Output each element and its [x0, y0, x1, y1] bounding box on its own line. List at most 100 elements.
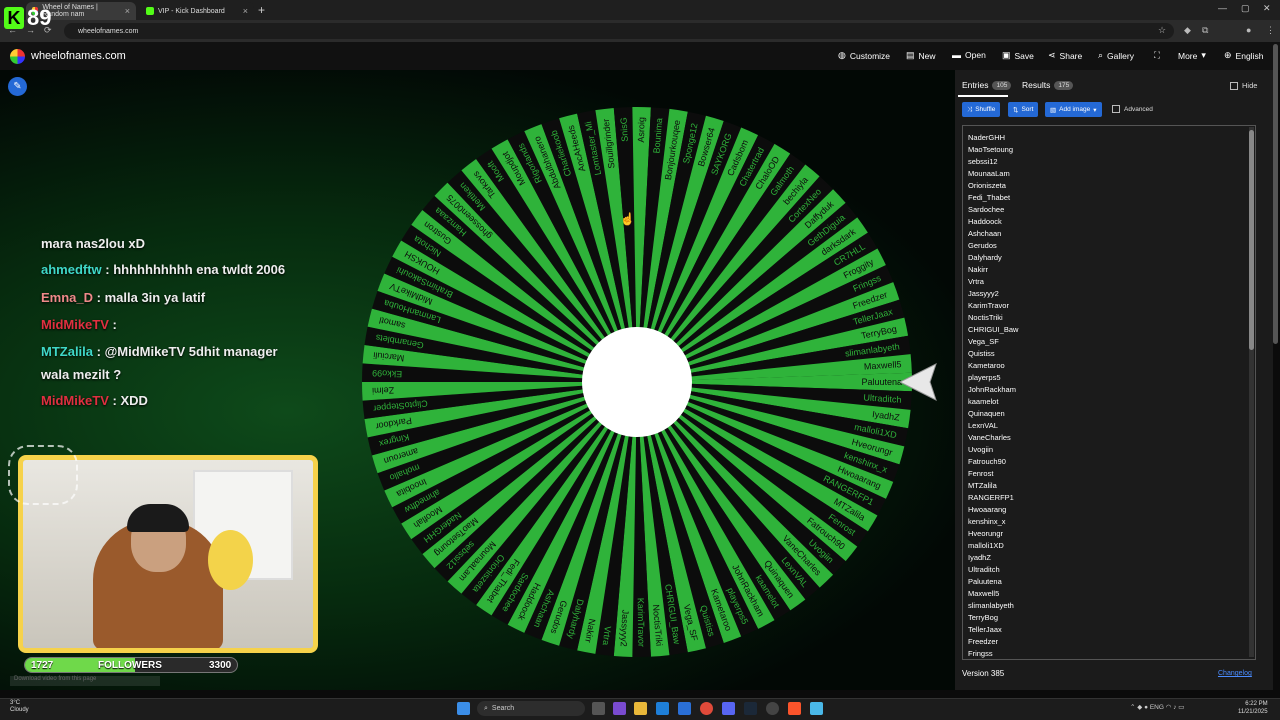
entry-line[interactable]: Vega_SF	[968, 336, 1018, 348]
entry-line[interactable]: MounaaLam	[968, 168, 1018, 180]
obs-icon[interactable]	[766, 702, 779, 715]
entry-line[interactable]: NaderGHH	[968, 132, 1018, 144]
maximize-icon[interactable]: ▢	[1241, 3, 1250, 14]
shuffle-button[interactable]: ⤨ Shuffle	[962, 102, 1001, 117]
entry-line[interactable]: Orioniszeta	[968, 180, 1018, 192]
language-indicator[interactable]: ENG	[1150, 704, 1164, 711]
entry-line[interactable]: Hveorungr	[968, 528, 1018, 540]
entry-line[interactable]: LexnVAL	[968, 420, 1018, 432]
entry-line[interactable]: Gerudos	[968, 240, 1018, 252]
minimize-icon[interactable]: —	[1218, 3, 1227, 13]
entry-line[interactable]: TerryBog	[968, 612, 1018, 624]
entry-line[interactable]: sebssi12	[968, 156, 1018, 168]
hide-toggle[interactable]: Hide	[1230, 81, 1257, 90]
entry-line[interactable]: Nakirr	[968, 264, 1018, 276]
advanced-checkbox[interactable]	[1112, 105, 1120, 113]
entry-line[interactable]: Uvogiin	[968, 444, 1018, 456]
entries-scroll-thumb[interactable]	[1249, 130, 1254, 350]
entry-line[interactable]: TellerJaax	[968, 624, 1018, 636]
close-tab-icon[interactable]: ×	[125, 6, 130, 16]
wifi-icon[interactable]: ◠ ♪ ▭	[1166, 704, 1185, 711]
file-explorer-icon[interactable]	[634, 702, 647, 715]
extension-icon[interactable]: ◆	[1184, 25, 1191, 36]
wheel[interactable]: Paluutena Ultraditch IyadhZ malloli1XD Hveor…	[360, 105, 914, 659]
entry-line[interactable]: Vrtra	[968, 276, 1018, 288]
entry-line[interactable]: Dalyhardy	[968, 252, 1018, 264]
profile-avatar-icon[interactable]: ●	[1246, 25, 1251, 35]
entry-line[interactable]: Quistiss	[968, 348, 1018, 360]
chrome-icon[interactable]	[700, 702, 713, 715]
nav-more[interactable]: More ▾	[1178, 50, 1206, 61]
steam-icon[interactable]	[744, 702, 757, 715]
brave-icon[interactable]	[788, 702, 801, 715]
entry-line[interactable]: Jassyyy2	[968, 288, 1018, 300]
tray-app-icon[interactable]: ◆ ●	[1137, 704, 1150, 711]
nav-open[interactable]: ▬ Open	[952, 50, 986, 60]
entry-line[interactable]: NoctisTriki	[968, 312, 1018, 324]
extensions-puzzle-icon[interactable]: ⧉	[1202, 25, 1208, 36]
page-scrollbar[interactable]	[1273, 44, 1278, 344]
nav-new[interactable]: ▤ New	[906, 50, 936, 61]
entry-line[interactable]: Fenrost	[968, 468, 1018, 480]
weather-widget[interactable]: 3°C Cloudy	[10, 700, 29, 714]
nav-save[interactable]: ▣ Save	[1002, 50, 1034, 61]
add-image-button[interactable]: ▧ Add image ▾	[1045, 102, 1102, 117]
system-tray[interactable]: ⌃ ◆ ● ENG ◠ ♪ ▭	[1130, 703, 1184, 711]
entry-line[interactable]: RANGERFP1	[968, 492, 1018, 504]
entry-line[interactable]: kenshinx_x	[968, 516, 1018, 528]
entry-line[interactable]: Fatrouch90	[968, 456, 1018, 468]
close-window-icon[interactable]: ✕	[1263, 3, 1271, 14]
entry-line[interactable]: Ultraditch	[968, 564, 1018, 576]
sort-button[interactable]: ⇅ Sort	[1008, 102, 1039, 117]
tab-results[interactable]: Results 175	[1022, 80, 1074, 90]
edge-icon[interactable]	[656, 702, 669, 715]
notepad-icon[interactable]	[810, 702, 823, 715]
entries-textarea[interactable]: NaderGHH MaoTsetoung sebssi12 MounaaLam Orio…	[962, 125, 1256, 660]
entry-line[interactable]: Hwoaarang	[968, 504, 1018, 516]
entry-line[interactable]: MaoTsetoung	[968, 144, 1018, 156]
entry-line[interactable]: Paluutena	[968, 576, 1018, 588]
entry-line[interactable]: Sardochee	[968, 204, 1018, 216]
nav-customize[interactable]: ◍ Customize	[838, 50, 890, 61]
app-icon[interactable]	[613, 702, 626, 715]
site-title[interactable]: wheelofnames.com	[31, 50, 126, 62]
wheel-center-spin-button[interactable]	[582, 327, 692, 437]
chat-username[interactable]: MidMikeTV	[41, 317, 109, 332]
entry-line[interactable]: CHRIGUI_Baw	[968, 324, 1018, 336]
nav-gallery[interactable]: ⌕ Gallery	[1098, 50, 1134, 61]
entry-line[interactable]: MTZalila	[968, 480, 1018, 492]
address-bar[interactable]: wheelofnames.com	[64, 23, 1174, 39]
entry-line[interactable]: VaneCharles	[968, 432, 1018, 444]
entry-line[interactable]: Freedzer	[968, 636, 1018, 648]
tab-entries[interactable]: Entries 105	[962, 80, 1012, 90]
entry-line[interactable]: JohnRackham	[968, 384, 1018, 396]
task-view-icon[interactable]	[592, 702, 605, 715]
chat-username[interactable]: MTZalila	[41, 344, 93, 359]
nav-language[interactable]: ⊕ English	[1224, 50, 1263, 61]
browser-menu-icon[interactable]: ⋮	[1266, 25, 1275, 36]
entry-line[interactable]: Fedi_Thabet	[968, 192, 1018, 204]
bookmark-star-icon[interactable]: ☆	[1158, 25, 1166, 36]
chat-username[interactable]: MidMikeTV	[41, 393, 109, 408]
browser-tab-kick[interactable]: VIP - Kick Dashboard ×	[140, 2, 254, 20]
entry-line[interactable]: Haddoock	[968, 216, 1018, 228]
entry-line[interactable]: Quinaquen	[968, 408, 1018, 420]
entry-line[interactable]: kaamelot	[968, 396, 1018, 408]
entry-line[interactable]: Ashchaan	[968, 228, 1018, 240]
wheel-svg[interactable]: PaluutenaUltraditchIyadhZmalloli1XDHveor…	[360, 105, 914, 659]
close-tab-icon[interactable]: ×	[243, 6, 248, 16]
entry-line[interactable]: playerps5	[968, 372, 1018, 384]
entry-line[interactable]: IyadhZ	[968, 552, 1018, 564]
download-video-note[interactable]: Download video from this page	[10, 676, 160, 686]
new-tab-button[interactable]: +	[258, 3, 265, 17]
edit-pencil-button[interactable]: ✎	[8, 77, 27, 96]
chat-username[interactable]: ahmedftw	[41, 262, 102, 277]
entry-line[interactable]: malloli1XD	[968, 540, 1018, 552]
discord-icon[interactable]	[722, 702, 735, 715]
entry-line[interactable]: Kametaroo	[968, 360, 1018, 372]
changelog-link[interactable]: Changelog	[1218, 670, 1252, 677]
taskbar-clock[interactable]: 6:22 PM 11/21/2025	[1238, 700, 1268, 716]
taskbar-search[interactable]: ⌕ Search	[477, 701, 585, 716]
advanced-toggle[interactable]: Advanced	[1112, 105, 1153, 113]
fullscreen-icon[interactable]: ⛶	[1154, 50, 1160, 61]
